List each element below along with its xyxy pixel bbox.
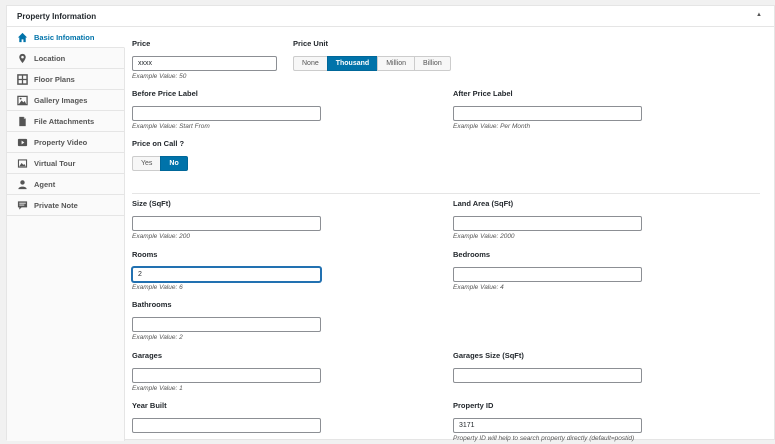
sidebar: Basic Infomation Location Floor Plans Ga… [7, 27, 125, 441]
year-built-label: Year Built [132, 401, 167, 410]
sidebar-item-label: Basic Infomation [34, 33, 95, 42]
gallery-icon [17, 95, 28, 106]
size-example: Example Value: 200 [132, 233, 190, 240]
sidebar-item-agent[interactable]: Agent [7, 174, 124, 195]
garages-size-field: Garages Size (SqFt) [453, 351, 642, 383]
sidebar-item-virtual-tour[interactable]: Virtual Tour [7, 153, 124, 174]
price-label: Price [132, 39, 151, 48]
land-area-input[interactable] [453, 216, 642, 231]
panel-title: Property Information [17, 12, 97, 21]
bedrooms-input[interactable] [453, 267, 642, 282]
floor-plan-icon [17, 74, 28, 85]
price-unit-field: Price Unit None Thousand Million Billion [293, 39, 451, 71]
garages-input[interactable] [132, 368, 321, 383]
price-on-call-label: Price on Call ? [132, 139, 185, 148]
property-id-field: Property ID 3171 Property ID will help t… [453, 401, 642, 444]
bedrooms-label: Bedrooms [453, 250, 491, 259]
after-price-label-example: Example Value: Per Month [453, 123, 531, 130]
garages-size-input[interactable] [453, 368, 642, 383]
note-icon [17, 201, 28, 210]
property-id-label: Property ID [453, 401, 494, 410]
size-input[interactable] [132, 216, 321, 231]
price-on-call-button-group: Yes No [132, 156, 188, 171]
land-area-example: Example Value: 2000 [453, 233, 515, 240]
year-built-field: Year Built [132, 401, 321, 433]
property-information-panel: Property Information ▲ Basic Infomation … [6, 5, 775, 442]
basic-information-form: Price xxxx Example Value: 50 Price Unit … [124, 27, 774, 442]
before-price-label-example: Example Value: Start From [132, 123, 210, 130]
price-field: Price xxxx Example Value: 50 [132, 39, 277, 82]
garages-size-label: Garages Size (SqFt) [453, 351, 524, 360]
before-price-label-input[interactable] [132, 106, 321, 121]
panel-header[interactable]: Property Information ▲ [7, 6, 774, 27]
price-unit-button-group: None Thousand Million Billion [293, 56, 451, 71]
bedrooms-field: Bedrooms Example Value: 4 [453, 250, 642, 293]
sidebar-item-label: Property Video [34, 138, 88, 147]
sidebar-item-private-note[interactable]: Private Note [7, 195, 124, 216]
sidebar-item-label: Floor Plans [34, 75, 75, 84]
before-price-label-field: Before Price Label Example Value: Start … [132, 89, 321, 132]
property-id-input[interactable]: 3171 [453, 418, 642, 433]
price-on-call-yes-button[interactable]: Yes [132, 156, 162, 171]
sidebar-item-label: Location [34, 54, 66, 63]
after-price-label-field: After Price Label Example Value: Per Mon… [453, 89, 642, 132]
section-divider [132, 193, 760, 194]
price-example: Example Value: 50 [132, 73, 187, 80]
rooms-example: Example Value: 6 [132, 284, 183, 291]
price-unit-million-button[interactable]: Million [377, 56, 416, 71]
price-unit-label: Price Unit [293, 39, 329, 48]
sidebar-item-floor-plans[interactable]: Floor Plans [7, 69, 124, 90]
sidebar-item-gallery-images[interactable]: Gallery Images [7, 90, 124, 111]
garages-example: Example Value: 1 [132, 385, 183, 392]
sidebar-item-label: File Attachments [34, 117, 95, 126]
sidebar-item-property-video[interactable]: Property Video [7, 132, 124, 153]
bedrooms-example: Example Value: 4 [453, 284, 504, 291]
video-icon [17, 138, 28, 147]
rooms-field: Rooms 2 Example Value: 6 [132, 250, 321, 293]
sidebar-item-label: Agent [34, 180, 56, 189]
sidebar-item-file-attachments[interactable]: File Attachments [7, 111, 124, 132]
bathrooms-field: Bathrooms Example Value: 2 [132, 300, 321, 343]
size-label: Size (SqFt) [132, 199, 171, 208]
agent-icon [18, 180, 27, 190]
rooms-input[interactable]: 2 [132, 267, 321, 282]
virtual-tour-icon [17, 159, 28, 168]
land-area-label: Land Area (SqFt) [453, 199, 514, 208]
sidebar-item-label: Virtual Tour [34, 159, 76, 168]
year-built-input[interactable] [132, 418, 321, 433]
garages-label: Garages [132, 351, 163, 360]
rooms-label: Rooms [132, 250, 158, 259]
bathrooms-label: Bathrooms [132, 300, 172, 309]
garages-field: Garages Example Value: 1 [132, 351, 321, 394]
sidebar-item-label: Private Note [34, 201, 78, 210]
after-price-label-input[interactable] [453, 106, 642, 121]
price-input[interactable]: xxxx [132, 56, 277, 71]
price-unit-thousand-button[interactable]: Thousand [326, 56, 379, 71]
home-icon [17, 32, 28, 43]
sidebar-item-label: Gallery Images [34, 96, 88, 105]
triangle-up-icon[interactable]: ▲ [756, 12, 762, 18]
price-on-call-no-button[interactable]: No [160, 156, 188, 171]
land-area-field: Land Area (SqFt) Example Value: 2000 [453, 199, 642, 242]
map-pin-icon [19, 53, 26, 64]
size-field: Size (SqFt) Example Value: 200 [132, 199, 321, 242]
price-unit-none-button[interactable]: None [293, 56, 328, 71]
before-price-label-label: Before Price Label [132, 89, 198, 98]
price-unit-billion-button[interactable]: Billion [414, 56, 451, 71]
sidebar-item-basic-information[interactable]: Basic Infomation [7, 27, 125, 48]
bathrooms-input[interactable] [132, 317, 321, 332]
bathrooms-example: Example Value: 2 [132, 334, 183, 341]
after-price-label-label: After Price Label [453, 89, 513, 98]
price-on-call-field: Price on Call ? Yes No [132, 139, 188, 171]
file-icon [19, 116, 26, 127]
sidebar-item-location[interactable]: Location [7, 48, 124, 69]
